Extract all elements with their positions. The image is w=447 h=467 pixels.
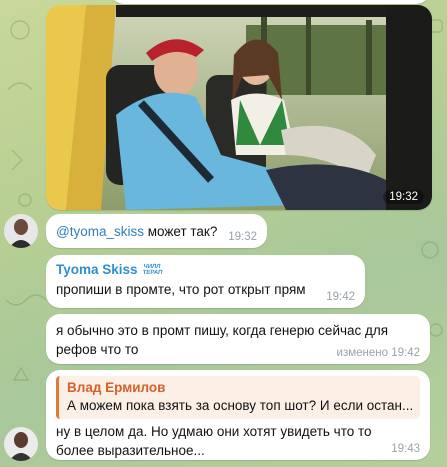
photo-timestamp: 19:32 [383, 190, 424, 204]
badge-line: ТЕРАП [141, 269, 163, 276]
badge-line: ЧИЛЛ [142, 263, 161, 270]
reply-quote[interactable]: Влад Ермилов А можем пока взять за основ… [56, 376, 420, 419]
reply-text: А можем пока взять за основу топ шот? И … [67, 398, 412, 413]
message-bubble[interactable]: Tyoma Skiss ЧИЛЛ ТЕРАП пропиши в промте,… [46, 255, 365, 308]
message-bubble[interactable]: я обычно это в промт пишу, когда генерю … [46, 314, 430, 364]
reply-sender-name: Влад Ермилов [67, 380, 166, 395]
avatar-tyoma[interactable] [4, 214, 38, 248]
sender-name[interactable]: Tyoma Skiss [56, 262, 138, 277]
message-timestamp: изменено 19:42 [336, 347, 420, 359]
user-mention-link[interactable]: @tyoma_skiss [56, 224, 144, 239]
message-text: ну в целом да. Но удмаю они хотят увидет… [56, 424, 372, 458]
message-bubble[interactable]: Влад Ермилов А можем пока взять за основ… [46, 370, 430, 460]
message-timestamp: 19:32 [228, 231, 257, 243]
message-text: может так? [143, 224, 218, 239]
message-bubble[interactable]: @tyoma_skiss может так? 19:32 [46, 214, 267, 248]
previous-message-edge [110, 0, 430, 4]
avatar-tyoma[interactable] [4, 427, 38, 461]
car-photo-image [46, 5, 432, 210]
message-timestamp: 19:42 [326, 291, 355, 303]
message-timestamp: 19:43 [391, 443, 420, 455]
sender-badge: ЧИЛЛ ТЕРАП [142, 264, 163, 276]
message-text: пропиши в промте, что рот открыт прям [56, 282, 306, 297]
photo-message[interactable]: 19:32 [46, 5, 432, 210]
